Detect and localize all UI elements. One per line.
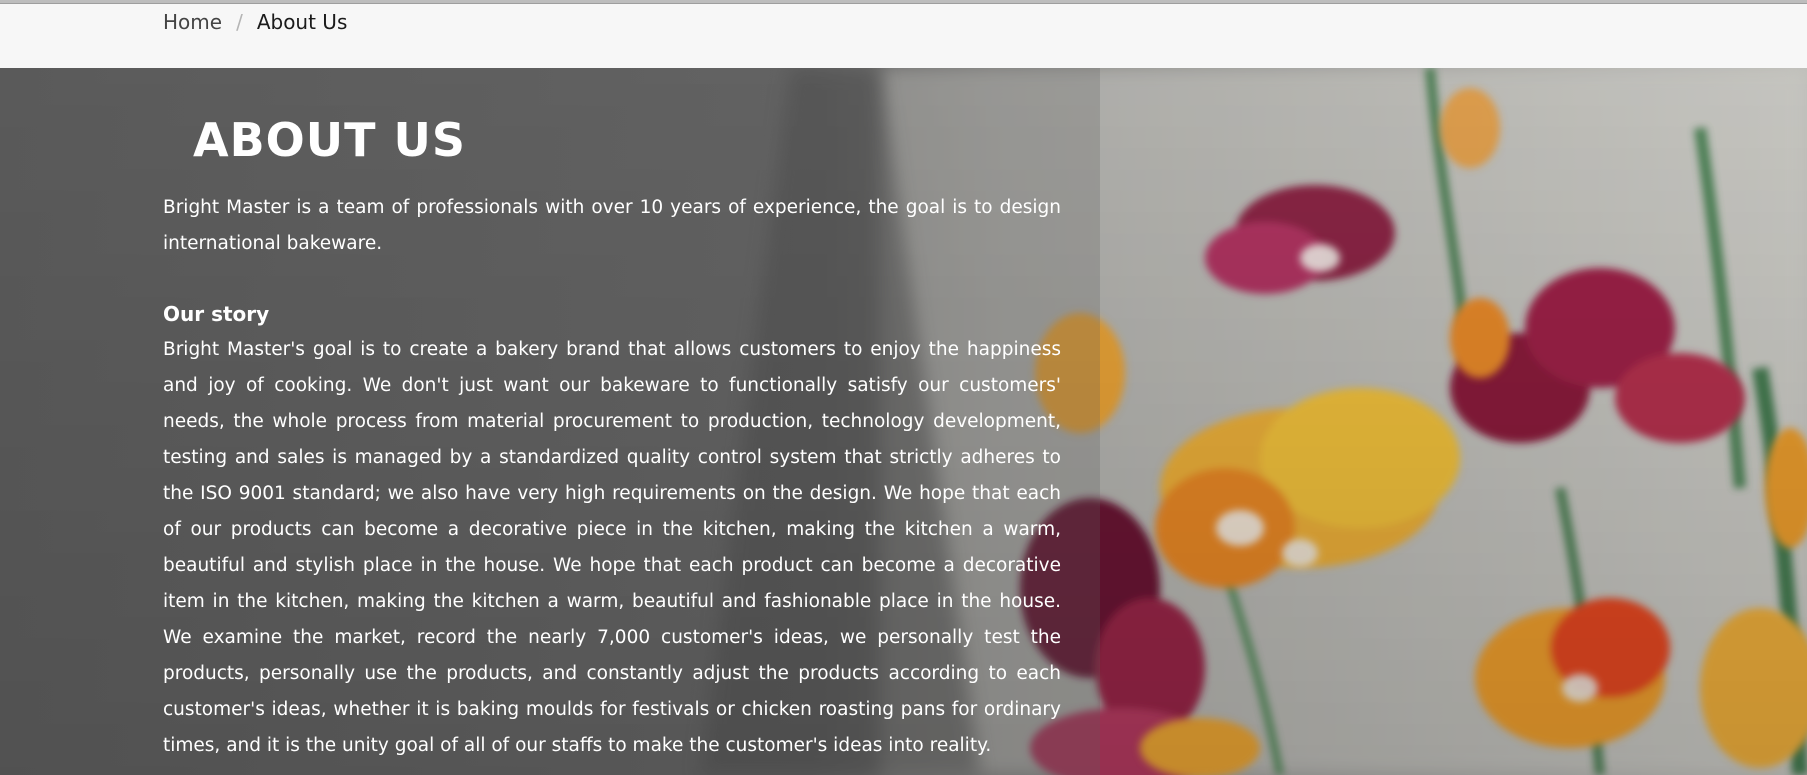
breadcrumb-current: About Us: [256, 10, 348, 34]
breadcrumb: Home / About Us: [163, 10, 347, 34]
intro-paragraph: Bright Master is a team of professionals…: [163, 197, 1061, 254]
page-title: ABOUT US: [193, 113, 466, 167]
story-paragraph: Bright Master's goal is to create a bake…: [163, 339, 1061, 756]
breadcrumb-bar: Home / About Us: [0, 4, 1807, 68]
breadcrumb-separator: /: [236, 10, 243, 34]
breadcrumb-home-link[interactable]: Home: [163, 10, 222, 34]
about-hero: ABOUT US Bright Master is a team of prof…: [0, 68, 1807, 775]
story-heading: Our story: [163, 302, 270, 326]
